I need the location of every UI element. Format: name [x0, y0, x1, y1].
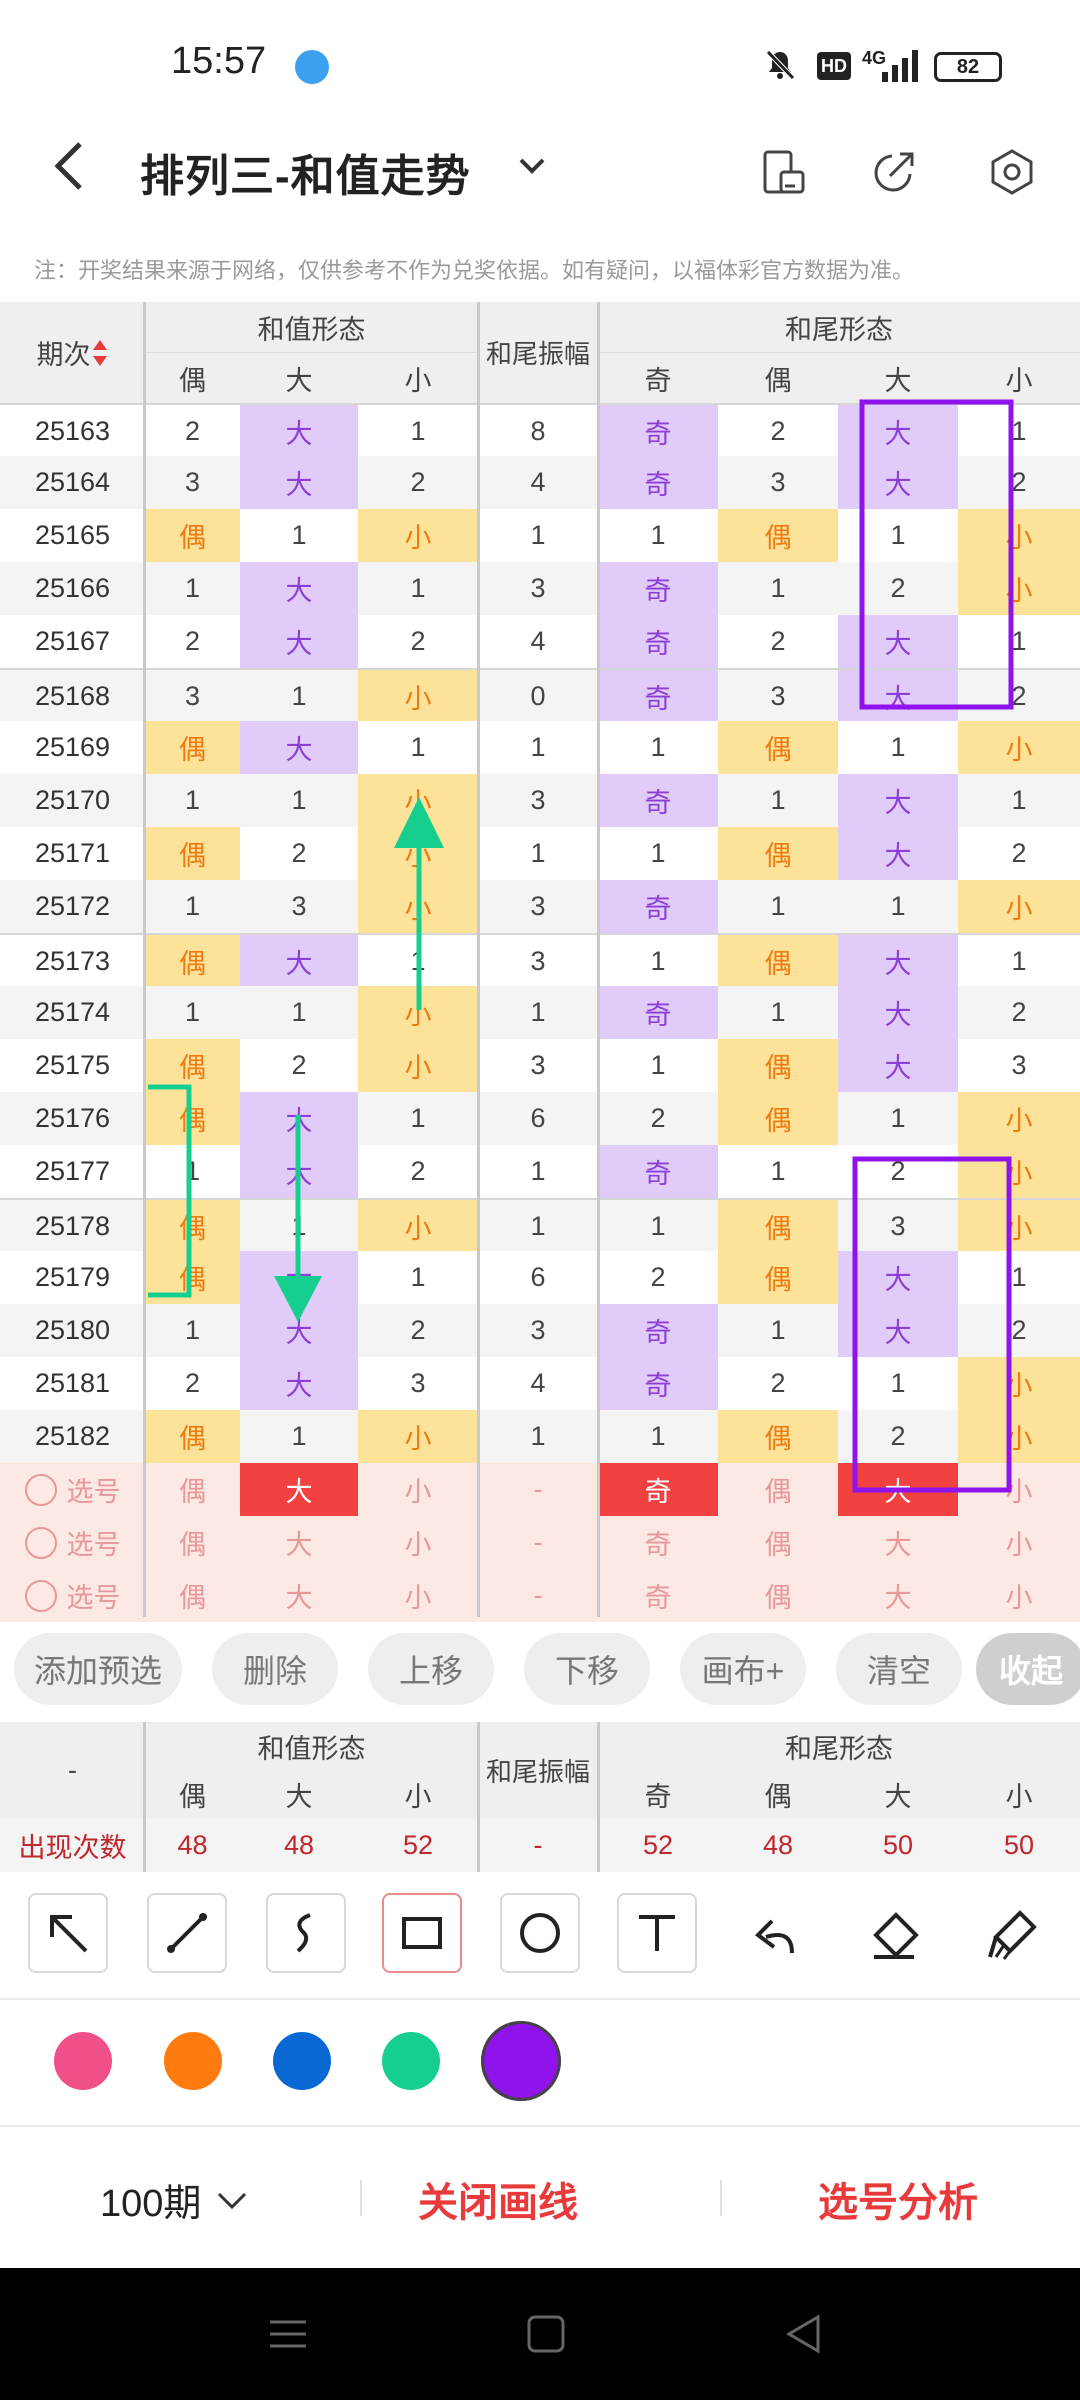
annotation-arrowhead	[274, 1276, 322, 1322]
annotation-rect	[852, 1156, 1012, 1493]
annotation-arrowhead	[394, 797, 444, 848]
back-nav-icon[interactable]	[784, 2314, 824, 2354]
divider	[477, 1722, 480, 1872]
eraser-icon[interactable]	[866, 1907, 922, 1963]
stats-column-header: 大	[838, 1770, 958, 1819]
stats-value: 52	[598, 1819, 718, 1872]
stats-value: 48	[145, 1819, 240, 1872]
chevron-down-icon	[218, 2192, 247, 2209]
stats-value: 50	[958, 1819, 1080, 1872]
stats-column-header: 大	[240, 1770, 358, 1819]
arrow-tool-icon[interactable]	[28, 1893, 108, 1973]
stats-value: -	[478, 1819, 598, 1872]
stats-label: 出现次数	[0, 1819, 145, 1872]
color-orange[interactable]	[164, 2032, 222, 2090]
stats-column-header: 偶	[145, 1770, 240, 1819]
collapse-button[interactable]: 收起	[976, 1633, 1080, 1705]
stats-amp-header: 和尾振幅	[478, 1722, 598, 1819]
move-down-button[interactable]: 下移	[524, 1633, 650, 1705]
clear-brush-icon[interactable]	[984, 1907, 1040, 1963]
divider	[143, 1722, 146, 1872]
close-draw-button[interactable]: 关闭画线	[418, 2170, 578, 2228]
color-pink[interactable]	[54, 2032, 112, 2090]
delete-button[interactable]: 删除	[212, 1633, 338, 1705]
color-purple[interactable]	[481, 2021, 561, 2101]
move-up-button[interactable]: 上移	[368, 1633, 494, 1705]
analysis-button[interactable]: 选号分析	[818, 2170, 978, 2228]
annotation-bracket	[148, 1084, 192, 1298]
stats-column-header: 小	[358, 1770, 478, 1819]
undo-icon[interactable]	[748, 1907, 804, 1963]
stats-value: 48	[718, 1819, 838, 1872]
clear-button[interactable]: 清空	[836, 1633, 962, 1705]
stats-column-header: 小	[958, 1770, 1080, 1819]
stats-sum-form-header: 和值形态	[145, 1722, 478, 1770]
circle-tool-icon[interactable]	[500, 1893, 580, 1973]
color-blue[interactable]	[273, 2032, 331, 2090]
annotation-rect	[859, 399, 1014, 710]
stats-corner: -	[0, 1722, 145, 1819]
canvas-plus-button[interactable]: 画布+	[680, 1633, 806, 1705]
period-select[interactable]: 100期	[100, 2172, 249, 2227]
stats-value: 52	[358, 1819, 478, 1872]
stats-tail-form-header: 和尾形态	[598, 1722, 1080, 1770]
color-green[interactable]	[382, 2032, 440, 2090]
stats-value: 50	[838, 1819, 958, 1872]
stats-table: - 和值形态 和尾振幅 和尾形态 偶大小奇偶大小 出现次数 48 48 52-52 48…	[0, 1722, 1080, 1872]
stats-value: 48	[240, 1819, 358, 1872]
line-tool-icon[interactable]	[147, 1893, 227, 1973]
add-preselect-button[interactable]: 添加预选	[14, 1633, 182, 1705]
home-icon[interactable]	[526, 2314, 566, 2354]
divider	[597, 1722, 600, 1872]
divider	[720, 2180, 722, 2216]
stats-column-header: 奇	[598, 1770, 718, 1819]
system-nav-bar	[0, 2268, 1080, 2400]
text-tool-icon[interactable]	[617, 1893, 697, 1973]
curve-tool-icon[interactable]	[266, 1893, 346, 1973]
divider	[360, 2180, 362, 2216]
stats-column-header: 偶	[718, 1770, 838, 1819]
menu-icon[interactable]	[268, 2314, 308, 2354]
period-select-label: 100期	[100, 2183, 202, 2225]
divider	[0, 1998, 1080, 2000]
rect-tool-icon[interactable]	[382, 1893, 462, 1973]
divider	[0, 2125, 1080, 2127]
